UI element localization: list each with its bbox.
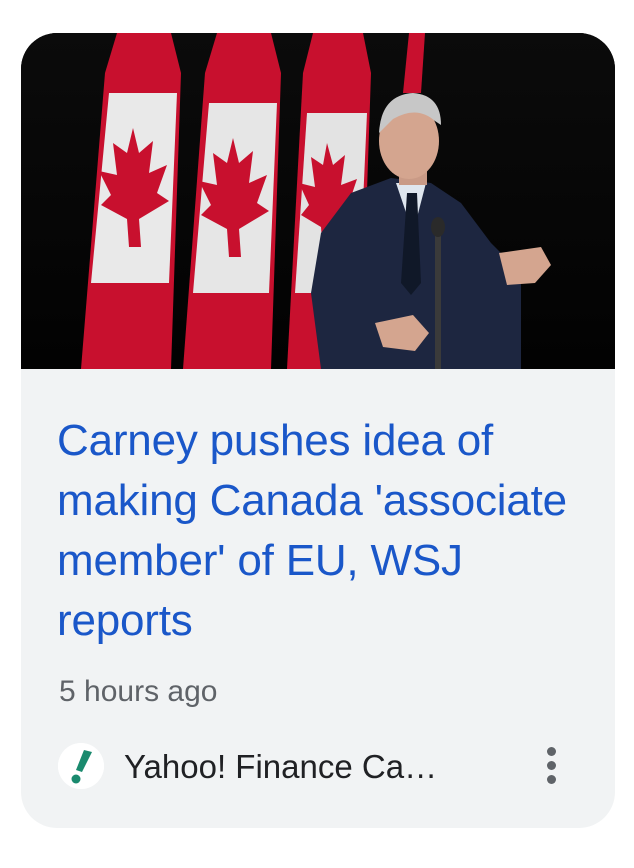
article-timestamp: 5 hours ago [59, 675, 218, 708]
more-vert-icon[interactable] [532, 741, 572, 791]
yahoo-exclamation-icon [58, 743, 104, 789]
source-row: Yahoo! Finance Cana... [58, 741, 588, 791]
article-photo [21, 33, 615, 369]
news-card[interactable]: Carney pushes idea of making Canada 'ass… [21, 33, 615, 828]
source-name: Yahoo! Finance Cana... [124, 748, 444, 785]
article-image[interactable] [21, 33, 615, 369]
article-headline[interactable]: Carney pushes idea of making Canada 'ass… [57, 411, 587, 651]
